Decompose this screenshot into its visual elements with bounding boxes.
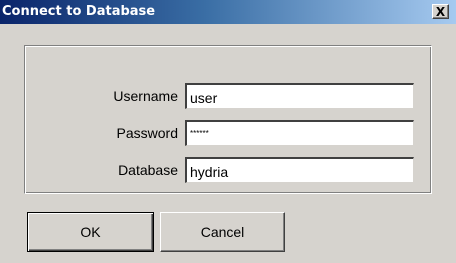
cancel-button[interactable]: Cancel — [160, 212, 285, 252]
database-field[interactable] — [185, 157, 414, 183]
username-field[interactable] — [185, 83, 414, 109]
title-bar[interactable]: Connect to Database X — [0, 0, 456, 24]
database-label: Database — [118, 162, 178, 178]
close-button[interactable]: X — [432, 4, 449, 19]
connect-dialog: Connect to Database X Username Password … — [0, 0, 456, 263]
username-label: Username — [113, 88, 178, 104]
ok-button[interactable]: OK — [27, 212, 154, 252]
close-icon: X — [435, 4, 446, 19]
password-field[interactable] — [185, 120, 414, 146]
window-title: Connect to Database — [2, 4, 156, 19]
password-label: Password — [116, 125, 178, 141]
